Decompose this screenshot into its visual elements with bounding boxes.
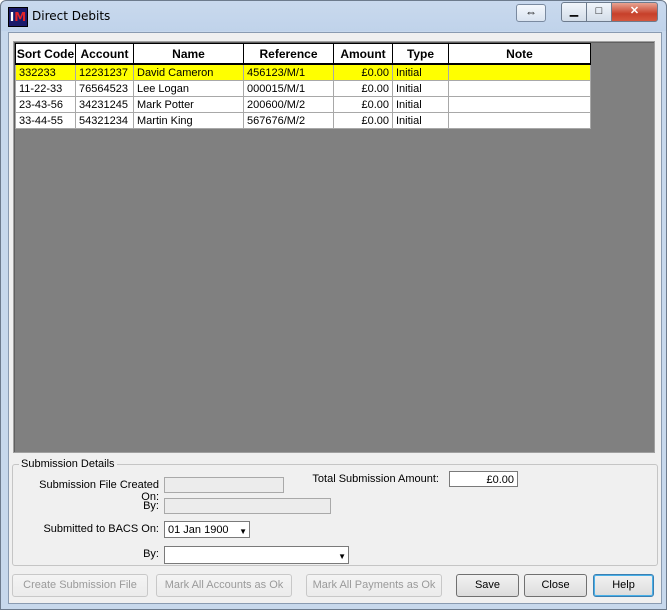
cell-account[interactable]: 54321234 — [75, 112, 134, 129]
submitted-date-picker[interactable]: 01 Jan 1900 ▼ — [164, 521, 250, 538]
minimize-button[interactable]: ▁ — [561, 2, 587, 22]
submitted-by-label: By: — [143, 548, 159, 560]
title-bar[interactable]: IM Direct Debits ⇔ ▁ □ ✕ — [1, 1, 666, 31]
cell-note[interactable] — [448, 80, 591, 97]
create-submission-file-button[interactable]: Create Submission File — [12, 574, 148, 597]
total-submission-amount-field: £0.00 — [449, 471, 518, 487]
cell-sort-code[interactable]: 332233 — [15, 63, 76, 81]
column-header-account[interactable]: Account — [75, 43, 134, 65]
help-button[interactable]: Help — [593, 574, 654, 597]
cell-name[interactable]: Lee Logan — [133, 80, 244, 97]
cell-amount[interactable]: £0.00 — [333, 96, 393, 113]
table-row[interactable]: 23-43-56 34231245 Mark Potter 200600/M/2… — [15, 96, 591, 113]
chevron-down-icon[interactable]: ▼ — [338, 549, 346, 565]
total-submission-amount-label: Total Submission Amount: — [312, 473, 439, 485]
cell-name[interactable]: David Cameron — [133, 63, 244, 81]
direct-debits-table: Sort Code Account Name Reference Amount … — [15, 43, 591, 129]
cell-amount[interactable]: £0.00 — [333, 80, 393, 97]
cell-reference[interactable]: 456123/M/1 — [243, 63, 334, 81]
chevron-down-icon[interactable]: ▼ — [239, 524, 247, 540]
cell-reference[interactable]: 200600/M/2 — [243, 96, 334, 113]
cell-amount[interactable]: £0.00 — [333, 63, 393, 81]
maximize-button[interactable]: □ — [586, 2, 612, 22]
file-created-by-label: By: — [143, 500, 159, 512]
column-header-note[interactable]: Note — [448, 43, 591, 65]
cell-name[interactable]: Mark Potter — [133, 96, 244, 113]
close-window-button[interactable]: ✕ — [611, 2, 658, 22]
cell-note[interactable] — [448, 112, 591, 129]
file-created-on-field — [164, 477, 284, 493]
submission-details-legend: Submission Details — [19, 458, 117, 470]
cell-account[interactable]: 76564523 — [75, 80, 134, 97]
cell-account[interactable]: 12231237 — [75, 63, 134, 81]
submitted-to-bacs-label: Submitted to BACS On: — [43, 523, 159, 535]
submitted-by-dropdown[interactable]: ▼ — [164, 546, 349, 564]
grid-header-row: Sort Code Account Name Reference Amount … — [15, 43, 591, 65]
cell-type[interactable]: Initial — [392, 96, 449, 113]
column-header-reference[interactable]: Reference — [243, 43, 334, 65]
cell-type[interactable]: Initial — [392, 63, 449, 81]
dialog-client-area: Sort Code Account Name Reference Amount … — [8, 32, 662, 604]
table-row[interactable]: 332233 12231237 David Cameron 456123/M/1… — [15, 63, 591, 81]
cell-amount[interactable]: £0.00 — [333, 112, 393, 129]
close-button[interactable]: Close — [524, 574, 587, 597]
window-title: Direct Debits — [32, 9, 111, 23]
cell-reference[interactable]: 000015/M/1 — [243, 80, 334, 97]
direct-debits-window: IM Direct Debits ⇔ ▁ □ ✕ Sort Code Accou… — [0, 0, 667, 610]
cell-name[interactable]: Martin King — [133, 112, 244, 129]
cell-sort-code[interactable]: 11-22-33 — [15, 80, 76, 97]
column-header-type[interactable]: Type — [392, 43, 449, 65]
mark-all-payments-ok-button[interactable]: Mark All Payments as Ok — [306, 574, 442, 597]
cell-type[interactable]: Initial — [392, 80, 449, 97]
app-logo-icon: IM — [8, 7, 28, 27]
mark-all-accounts-ok-button[interactable]: Mark All Accounts as Ok — [156, 574, 292, 597]
column-header-amount[interactable]: Amount — [333, 43, 393, 65]
file-created-by-field — [164, 498, 331, 514]
direct-debits-grid[interactable]: Sort Code Account Name Reference Amount … — [13, 41, 655, 453]
save-button[interactable]: Save — [456, 574, 519, 597]
cell-sort-code[interactable]: 23-43-56 — [15, 96, 76, 113]
submitted-date-value: 01 Jan 1900 — [168, 524, 229, 536]
column-header-name[interactable]: Name — [133, 43, 244, 65]
column-header-sort-code[interactable]: Sort Code — [15, 43, 76, 65]
table-row[interactable]: 11-22-33 76564523 Lee Logan 000015/M/1 £… — [15, 80, 591, 97]
submission-details-group: Submission Details Submission File Creat… — [12, 458, 658, 566]
cell-account[interactable]: 34231245 — [75, 96, 134, 113]
cell-note[interactable] — [448, 63, 591, 81]
cell-reference[interactable]: 567676/M/2 — [243, 112, 334, 129]
table-row[interactable]: 33-44-55 54321234 Martin King 567676/M/2… — [15, 112, 591, 129]
swap-arrows-button[interactable]: ⇔ — [516, 4, 546, 22]
cell-note[interactable] — [448, 96, 591, 113]
cell-sort-code[interactable]: 33-44-55 — [15, 112, 76, 129]
cell-type[interactable]: Initial — [392, 112, 449, 129]
